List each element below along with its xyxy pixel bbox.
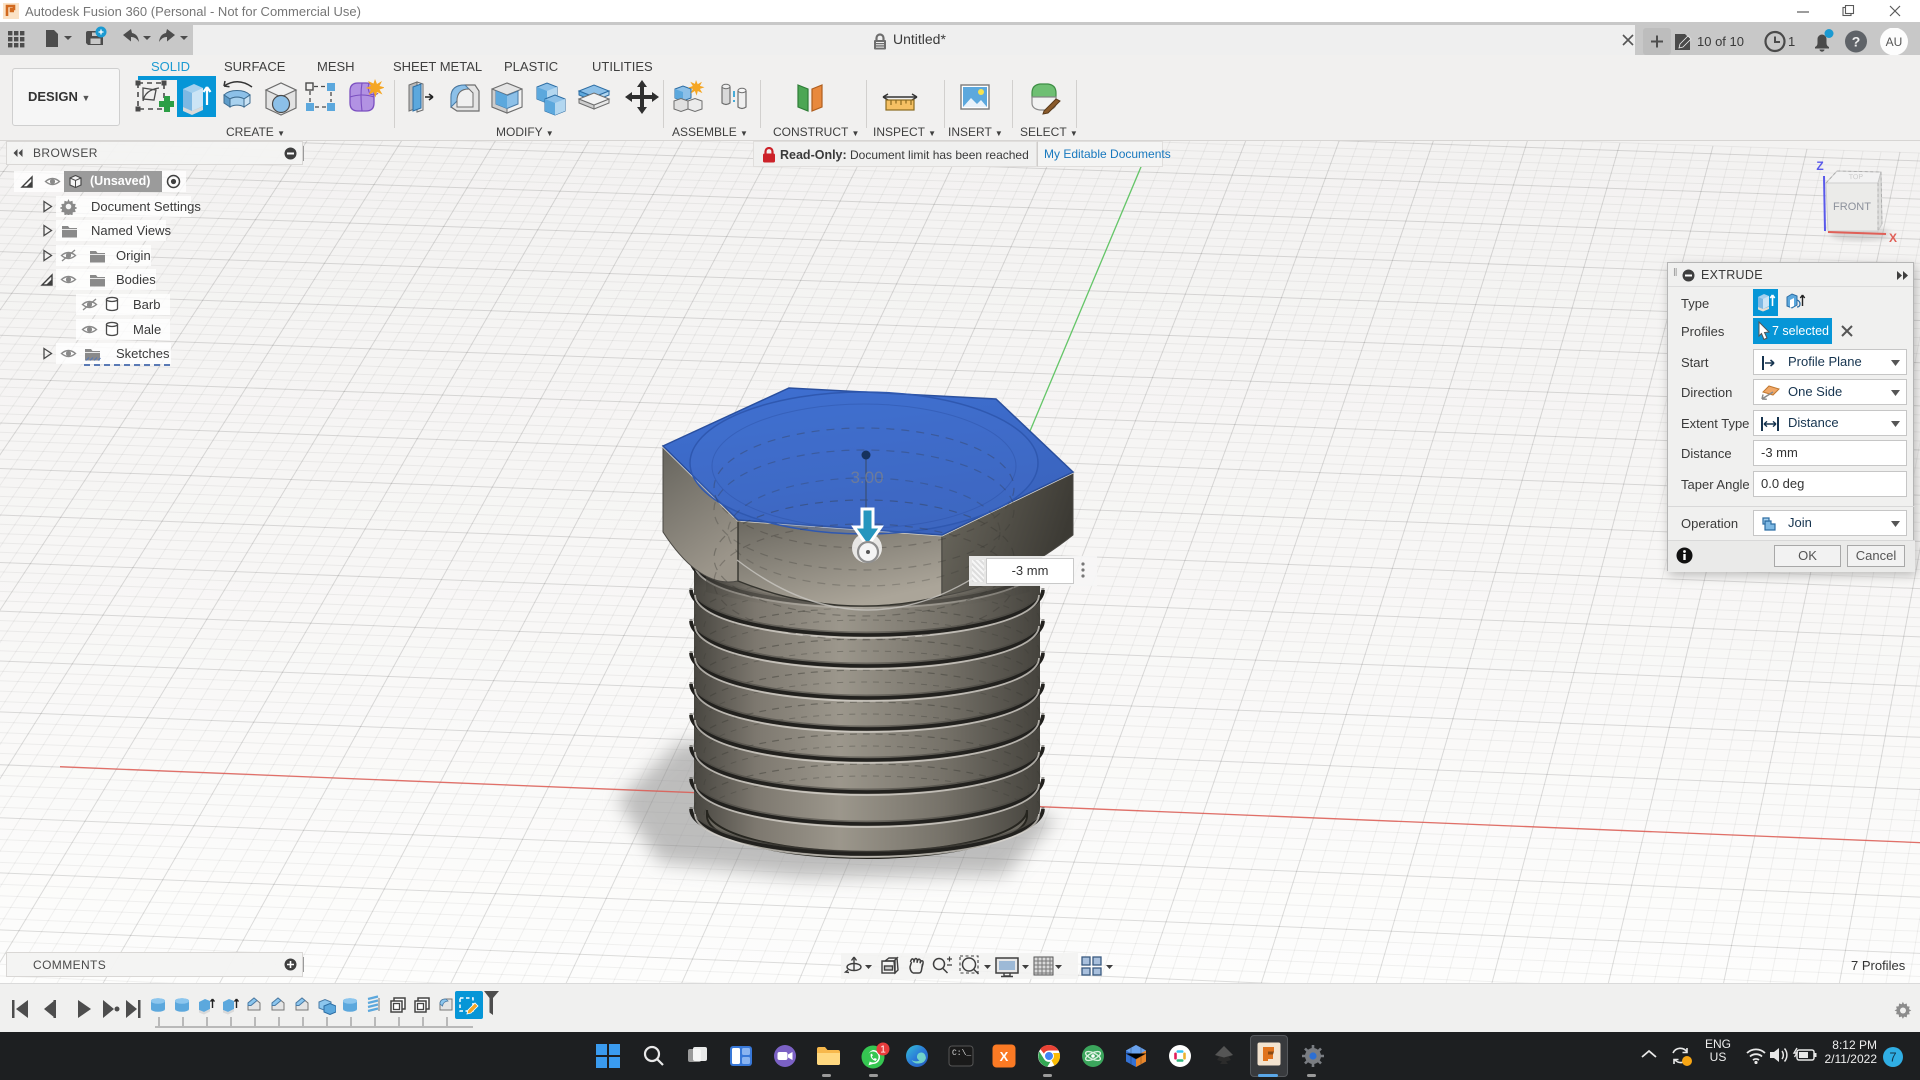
- svg-text:FRONT: FRONT: [1833, 201, 1871, 213]
- svg-text:AU: AU: [1886, 35, 1903, 49]
- svg-text:7: 7: [1889, 1050, 1896, 1065]
- svg-text:C:\_: C:\_: [952, 1049, 971, 1058]
- svg-text:TOP: TOP: [1849, 174, 1864, 182]
- svg-text:?: ?: [1852, 34, 1861, 50]
- svg-text:3.00: 3.00: [850, 468, 883, 487]
- svg-text:X: X: [1889, 231, 1897, 245]
- svg-text:1: 1: [880, 1045, 886, 1056]
- svg-text:X: X: [1000, 1049, 1009, 1064]
- svg-text:Z: Z: [1816, 159, 1823, 173]
